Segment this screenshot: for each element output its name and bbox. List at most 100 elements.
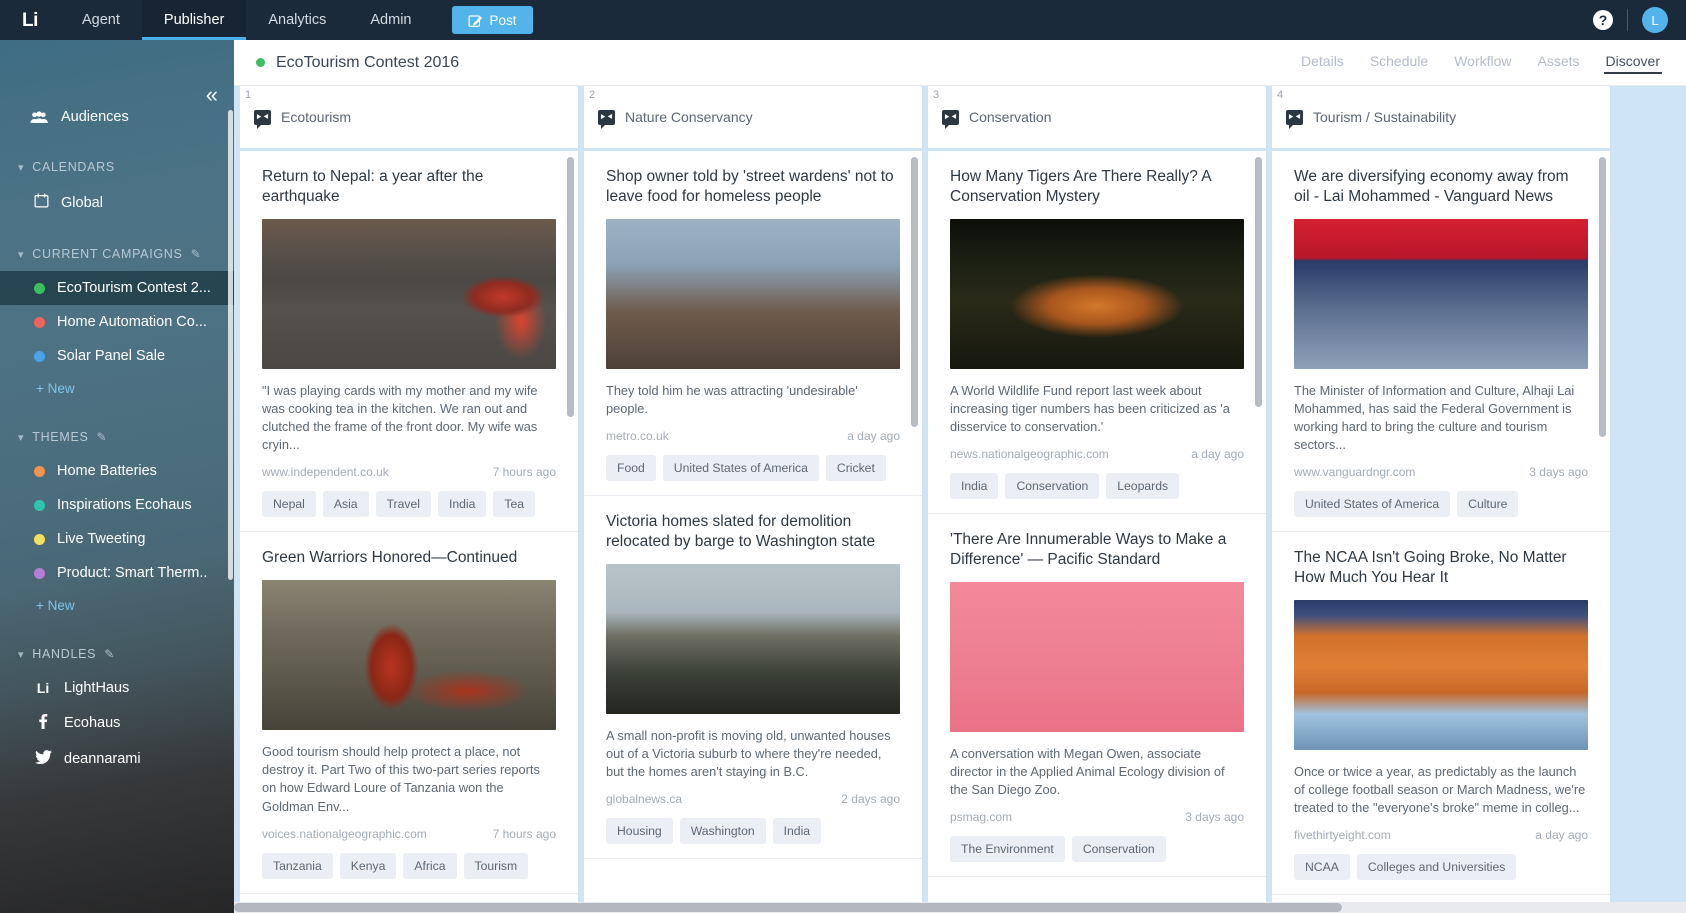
column-scroll-area[interactable]: We are diversifying economy away from oi… bbox=[1272, 151, 1610, 903]
article-card[interactable]: We are diversifying economy away from oi… bbox=[1272, 151, 1610, 533]
card-source: voices.nationalgeographic.com bbox=[262, 826, 427, 841]
tag[interactable]: India bbox=[772, 818, 822, 845]
add-theme-link[interactable]: + New bbox=[0, 590, 234, 621]
tag[interactable]: India bbox=[950, 473, 999, 500]
sidebar-item-lighthaus[interactable]: Li LightHaus bbox=[0, 671, 234, 705]
nav-tab-analytics[interactable]: Analytics bbox=[246, 0, 348, 40]
column-scroll-area[interactable]: Return to Nepal: a year after the earthq… bbox=[240, 151, 578, 903]
tag[interactable]: Asia bbox=[322, 491, 369, 518]
sidebar-section-themes[interactable]: ▾ THEMES ✎ bbox=[0, 420, 234, 454]
card-meta: voices.nationalgeographic.com 7 hours ag… bbox=[262, 827, 556, 841]
tag[interactable]: NCAA bbox=[1294, 854, 1350, 881]
sidebar-item-live-tweeting[interactable]: Live Tweeting bbox=[0, 522, 234, 556]
help-icon[interactable]: ? bbox=[1593, 10, 1613, 30]
sidebar-item-home-automation[interactable]: Home Automation Co... bbox=[0, 305, 234, 339]
nav-tab-admin[interactable]: Admin bbox=[348, 0, 433, 40]
sidebar-section-handles[interactable]: ▾ HANDLES ✎ bbox=[0, 637, 234, 671]
nav-tab-agent[interactable]: Agent bbox=[60, 0, 142, 40]
card-tags: Housing Washington India bbox=[606, 818, 900, 845]
pencil-icon[interactable]: ✎ bbox=[191, 247, 202, 261]
sidebar-item-global-label: Global bbox=[61, 194, 103, 211]
campaign-status-dot bbox=[34, 316, 45, 328]
article-card[interactable]: Shop owner told by 'street wardens' not … bbox=[584, 151, 922, 496]
board-horizontal-scrollbar-thumb[interactable] bbox=[234, 903, 1342, 912]
sidebar-item-lighthaus-label: LightHaus bbox=[64, 680, 130, 696]
column-scrollbar-thumb[interactable] bbox=[911, 157, 918, 427]
card-description: Once or twice a year, as predictably as … bbox=[1294, 763, 1586, 816]
tag[interactable]: United States of America bbox=[662, 454, 819, 481]
article-card[interactable]: How Many Tigers Are There Really? A Cons… bbox=[928, 151, 1266, 515]
sidebar-section-calendars[interactable]: ▾ CALENDARS bbox=[0, 150, 234, 184]
app-logo[interactable]: Li bbox=[0, 0, 60, 40]
sidebar-item-product-smart-thermostat[interactable]: Product: Smart Therm.. bbox=[0, 556, 234, 590]
article-card[interactable]: Green Warriors Honored—Continued Good to… bbox=[240, 532, 578, 894]
tag[interactable]: Tourism bbox=[463, 852, 529, 879]
tab-schedule[interactable]: Schedule bbox=[1370, 53, 1428, 72]
tag[interactable]: The Environment bbox=[950, 836, 1065, 863]
tag[interactable]: Kenya bbox=[339, 852, 397, 879]
article-card[interactable]: Return to Nepal: a year after the earthq… bbox=[240, 151, 578, 533]
sidebar-item-deannarami[interactable]: deannarami bbox=[0, 741, 234, 776]
article-card[interactable]: Victoria homes slated for demolition rel… bbox=[584, 495, 922, 860]
tag[interactable]: Leopards bbox=[1106, 473, 1180, 500]
tag[interactable]: Travel bbox=[375, 491, 431, 518]
sidebar-top-spacer bbox=[0, 40, 234, 100]
sidebar-item-ecohaus[interactable]: Ecohaus bbox=[0, 705, 234, 741]
tag[interactable]: Conservation bbox=[1005, 473, 1100, 500]
tab-details[interactable]: Details bbox=[1301, 53, 1344, 72]
article-card[interactable]: The NCAA Isn't Going Broke, No Matter Ho… bbox=[1272, 532, 1610, 896]
sidebar-item-global[interactable]: Global bbox=[0, 184, 234, 221]
add-campaign-link[interactable]: + New bbox=[0, 373, 234, 404]
card-title: Return to Nepal: a year after the earthq… bbox=[262, 168, 484, 205]
sidebar-collapse-icon[interactable]: « bbox=[206, 84, 218, 106]
card-tags: Nepal Asia Travel India Tea bbox=[262, 491, 556, 518]
card-description: The Minister of Information and Culture,… bbox=[1294, 382, 1575, 453]
sidebar-item-live-tweeting-label: Live Tweeting bbox=[57, 531, 146, 547]
tag[interactable]: United States of America bbox=[1294, 491, 1451, 518]
pencil-icon[interactable]: ✎ bbox=[97, 430, 108, 444]
sidebar-scrollbar[interactable] bbox=[228, 110, 233, 580]
tag[interactable]: Cricket bbox=[825, 454, 886, 481]
tag[interactable]: Conservation bbox=[1071, 836, 1166, 863]
tag[interactable]: Nepal bbox=[262, 491, 316, 518]
card-timestamp: 2 days ago bbox=[841, 792, 900, 807]
card-timestamp: 7 hours ago bbox=[492, 465, 556, 480]
tab-workflow[interactable]: Workflow bbox=[1454, 53, 1511, 72]
tag[interactable]: Tea bbox=[493, 491, 536, 518]
card-source: fivethirtyeight.com bbox=[1294, 828, 1391, 843]
nav-tab-publisher[interactable]: Publisher bbox=[141, 0, 247, 40]
sidebar-item-home-batteries[interactable]: Home Batteries bbox=[0, 454, 234, 488]
twitter-icon bbox=[34, 750, 52, 767]
pencil-icon[interactable]: ✎ bbox=[104, 647, 115, 661]
avatar[interactable]: L bbox=[1642, 7, 1668, 33]
sidebar-section-current-campaigns[interactable]: ▾ CURRENT CAMPAIGNS ✎ bbox=[0, 237, 234, 271]
sidebar-item-audiences[interactable]: Audiences bbox=[0, 100, 234, 134]
tag[interactable]: Housing bbox=[606, 818, 673, 845]
board-horizontal-scrollbar[interactable] bbox=[234, 902, 1686, 913]
column-scrollbar-thumb[interactable] bbox=[567, 157, 574, 417]
article-card[interactable]: 'There Are Innumerable Ways to Make a Di… bbox=[928, 514, 1266, 878]
column-scrollbar-thumb[interactable] bbox=[1255, 157, 1262, 407]
column-scroll-area[interactable]: Shop owner told by 'street wardens' not … bbox=[584, 151, 922, 903]
column-scroll-area[interactable]: How Many Tigers Are There Really? A Cons… bbox=[928, 151, 1266, 903]
sidebar-item-inspirations-ecohaus[interactable]: Inspirations Ecohaus bbox=[0, 488, 234, 522]
campaign-status-dot bbox=[256, 58, 265, 67]
tag[interactable]: Culture bbox=[1457, 491, 1519, 518]
column-number: 3 bbox=[933, 89, 940, 101]
tab-assets[interactable]: Assets bbox=[1538, 53, 1580, 72]
card-meta: fivethirtyeight.com a day ago bbox=[1294, 828, 1588, 842]
tag[interactable]: Tanzania bbox=[262, 852, 333, 879]
tag[interactable]: Africa bbox=[403, 852, 457, 879]
tag[interactable]: Colleges and Universities bbox=[1356, 854, 1517, 881]
tag[interactable]: India bbox=[437, 491, 487, 518]
tag[interactable]: Food bbox=[606, 454, 656, 481]
column-scrollbar-thumb[interactable] bbox=[1599, 157, 1606, 437]
sidebar-item-solar-panel-sale[interactable]: Solar Panel Sale bbox=[0, 339, 234, 373]
sidebar-item-ecotourism-contest[interactable]: EcoTourism Contest 2... bbox=[0, 271, 234, 305]
card-timestamp: a day ago bbox=[1535, 828, 1588, 843]
sidebar-item-product-label: Product: Smart Therm.. bbox=[57, 565, 208, 581]
tab-discover[interactable]: Discover bbox=[1603, 53, 1663, 74]
post-button[interactable]: Post bbox=[451, 6, 533, 34]
card-source: globalnews.ca bbox=[606, 792, 683, 807]
tag[interactable]: Washington bbox=[679, 818, 766, 845]
